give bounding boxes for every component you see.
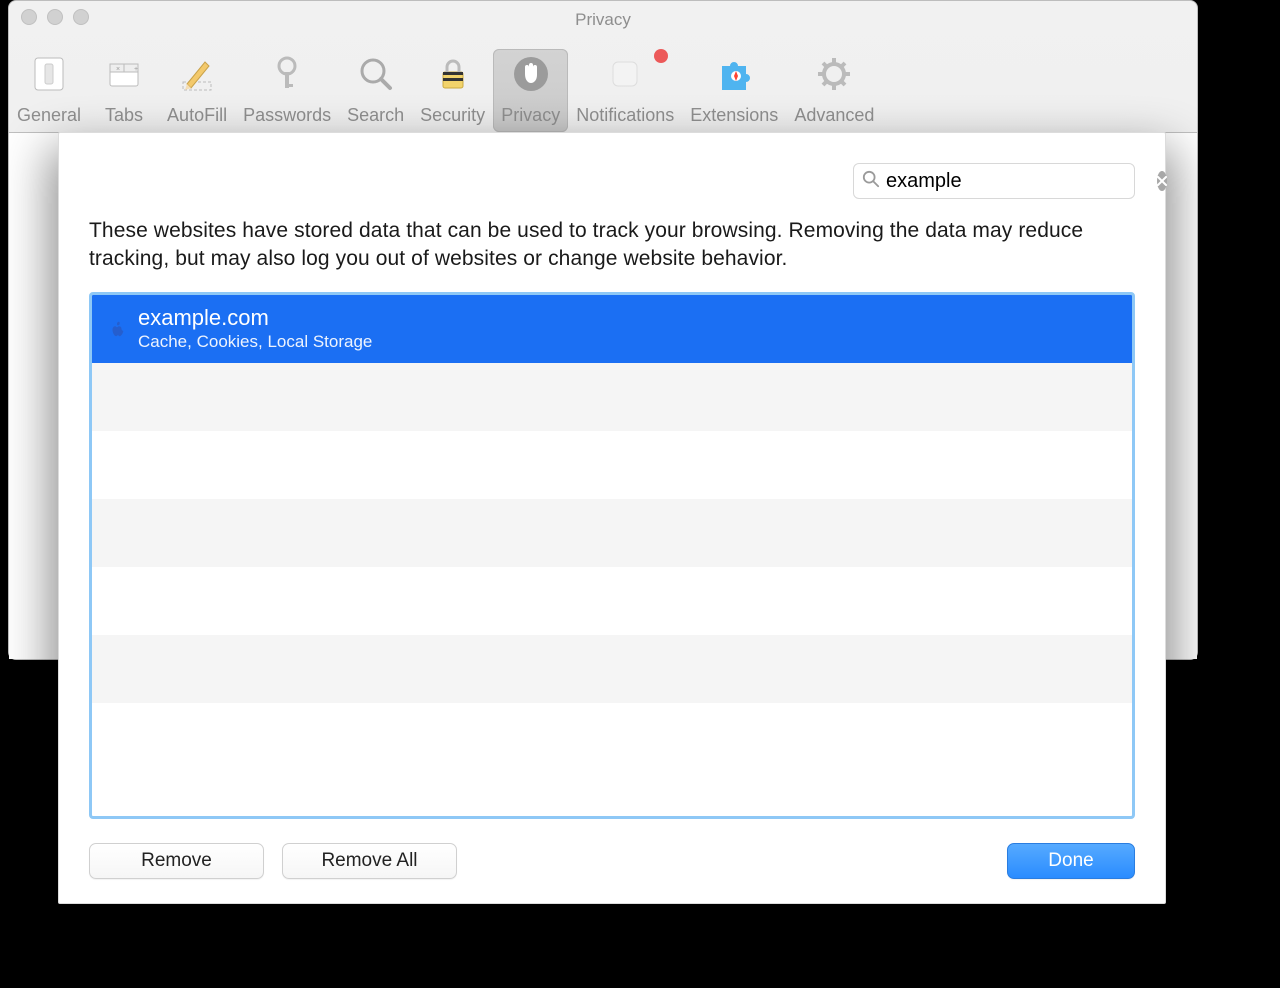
website-data-list[interactable]: example.comCache, Cookies, Local Storage <box>89 292 1135 819</box>
zoom-window-button[interactable] <box>73 9 89 25</box>
minimize-window-button[interactable] <box>47 9 63 25</box>
hand-icon <box>506 49 556 99</box>
toolbar-item-label: Tabs <box>105 105 143 126</box>
tab-advanced[interactable]: Advanced <box>786 49 882 132</box>
svg-text:×: × <box>116 66 120 73</box>
toolbar-item-label: AutoFill <box>167 105 227 126</box>
notification-badge <box>654 49 668 63</box>
puzzle-icon <box>709 49 759 99</box>
toolbar-item-label: Passwords <box>243 105 331 126</box>
list-item-empty <box>92 499 1132 567</box>
close-window-button[interactable] <box>21 9 37 25</box>
toolbar-item-label: General <box>17 105 81 126</box>
tab-passwords[interactable]: Passwords <box>235 49 339 132</box>
sheet-description: These websites have stored data that can… <box>89 217 1135 274</box>
key-icon <box>262 49 312 99</box>
list-item-empty <box>92 431 1132 499</box>
toolbar-item-label: Advanced <box>794 105 874 126</box>
done-button[interactable]: Done <box>1007 843 1135 879</box>
window-title: Privacy <box>9 4 1197 30</box>
search-input[interactable] <box>886 170 1151 193</box>
search-field[interactable] <box>853 163 1135 199</box>
list-item-empty <box>92 703 1132 771</box>
website-domain: example.com <box>138 306 372 330</box>
pencil-icon <box>172 49 222 99</box>
toolbar-item-label: Privacy <box>501 105 560 126</box>
website-data-types: Cache, Cookies, Local Storage <box>138 332 372 352</box>
tab-extensions[interactable]: Extensions <box>682 49 786 132</box>
gear-icon <box>809 49 859 99</box>
tab-search[interactable]: Search <box>339 49 412 132</box>
tabs-icon: ×+ <box>99 49 149 99</box>
tab-general[interactable]: General <box>9 49 89 132</box>
lock-icon <box>428 49 478 99</box>
apple-icon <box>108 320 126 338</box>
tab-autofill[interactable]: AutoFill <box>159 49 235 132</box>
toolbar-item-label: Notifications <box>576 105 674 126</box>
titlebar: Privacy <box>9 1 1197 33</box>
search-icon <box>862 170 880 193</box>
tab-tabs[interactable]: ×+ Tabs <box>89 49 159 132</box>
list-item-empty <box>92 635 1132 703</box>
tab-notifications[interactable]: Notifications <box>568 49 682 132</box>
notification-icon <box>600 49 650 99</box>
remove-button[interactable]: Remove <box>89 843 264 879</box>
tab-security[interactable]: Security <box>412 49 493 132</box>
list-item[interactable]: example.comCache, Cookies, Local Storage <box>92 295 1132 363</box>
toolbar-item-label: Search <box>347 105 404 126</box>
clear-search-button[interactable] <box>1157 171 1167 191</box>
switch-icon <box>24 49 74 99</box>
svg-text:+: + <box>134 66 138 73</box>
website-data-sheet: These websites have stored data that can… <box>58 132 1166 904</box>
toolbar-item-label: Extensions <box>690 105 778 126</box>
preferences-toolbar: General ×+ Tabs AutoFill Passwords <box>9 33 1197 133</box>
list-item-empty <box>92 567 1132 635</box>
list-item-empty <box>92 363 1132 431</box>
remove-all-button[interactable]: Remove All <box>282 843 457 879</box>
tab-privacy[interactable]: Privacy <box>493 49 568 132</box>
magnifier-icon <box>351 49 401 99</box>
toolbar-item-label: Security <box>420 105 485 126</box>
